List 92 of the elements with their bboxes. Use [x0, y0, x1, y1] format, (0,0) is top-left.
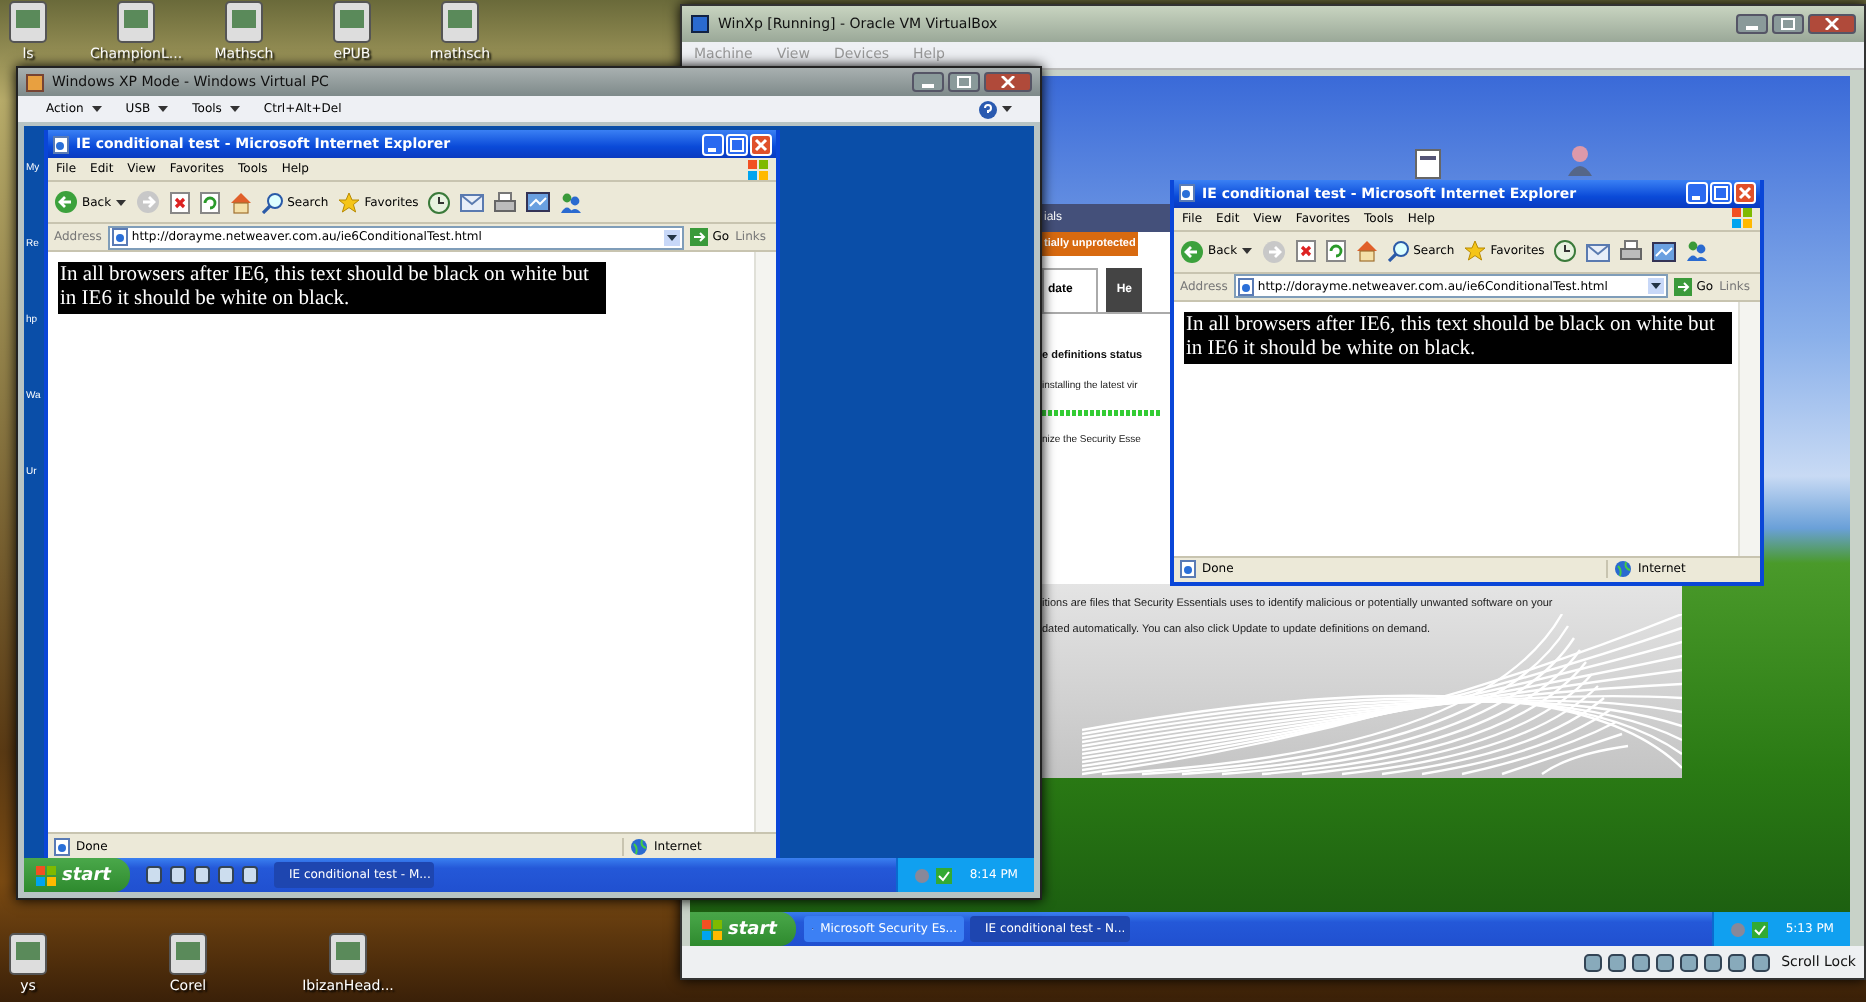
page-icon: [1237, 277, 1254, 296]
printer-icon: [494, 191, 517, 213]
cube-icon: [690, 13, 710, 34]
messenger-button[interactable]: [560, 191, 583, 213]
close-icon: [1000, 76, 1016, 88]
caret-icon: [1002, 106, 1012, 112]
close-icon: [754, 137, 768, 151]
people-icon: [1686, 240, 1709, 263]
stop-icon: [1295, 240, 1316, 263]
maximize-icon: [956, 76, 972, 88]
page-text: In all browsers after IE6, this text should be black on white but in IE6 it should be white on black.: [58, 262, 606, 314]
star-icon: [338, 191, 361, 213]
maximize-icon: [1780, 17, 1796, 30]
monitor-icon: [1652, 241, 1677, 262]
start-button[interactable]: start: [690, 912, 797, 947]
maximize-icon: [730, 137, 744, 151]
edit-button[interactable]: [526, 192, 551, 212]
windows-logo-icon: [748, 159, 768, 179]
back-arrow-icon: [54, 190, 78, 214]
page-icon: [1180, 560, 1196, 579]
file-icon: [6, 932, 50, 976]
scrollbar[interactable]: [1738, 301, 1760, 556]
dashed-line: [1042, 409, 1162, 416]
close-icon: [1738, 186, 1752, 201]
start-button[interactable]: start: [24, 858, 131, 892]
caret-icon: [1241, 248, 1252, 255]
search-icon: [261, 191, 284, 213]
clock-icon: [1554, 240, 1577, 263]
windows-logo-icon: [1732, 208, 1752, 229]
close-button[interactable]: [1808, 13, 1856, 34]
mail-button[interactable]: [1586, 241, 1611, 262]
shield-icon: [913, 867, 930, 883]
mail-button[interactable]: [460, 192, 485, 212]
page-icon: [111, 228, 128, 246]
page-text: In all browsers after IE6, this text should be black on white but in IE6 it should be white on black.: [1184, 311, 1732, 364]
file-icon: [166, 932, 210, 976]
home-button[interactable]: [229, 191, 252, 213]
print-button[interactable]: [1620, 240, 1643, 263]
minimize-button[interactable]: [912, 72, 944, 92]
file-icon: [222, 0, 266, 44]
maximize-button[interactable]: [1772, 13, 1804, 34]
page-icon: [52, 135, 70, 153]
messenger-button[interactable]: [1686, 240, 1709, 263]
printer-icon: [1620, 240, 1643, 263]
refresh-icon: [1325, 240, 1346, 263]
person-icon: [1566, 143, 1594, 176]
dropdown-arrow-icon: [664, 229, 681, 245]
back-arrow-icon: [1180, 239, 1204, 264]
help-icon: [978, 99, 998, 119]
stop-button[interactable]: [169, 191, 190, 213]
page-icon: [54, 837, 70, 855]
people-icon: [560, 191, 583, 213]
dropdown-arrow-icon: [1648, 278, 1665, 295]
checkmark-icon: [935, 867, 952, 883]
maximize-icon: [1714, 186, 1728, 201]
refresh-button[interactable]: [199, 191, 220, 213]
envelope-icon: [1586, 241, 1611, 262]
forward-arrow-icon: [1261, 239, 1286, 264]
house-icon: [1355, 240, 1378, 263]
monitor-icon: [526, 192, 551, 212]
file-icon: [114, 0, 158, 44]
refresh-button[interactable]: [1325, 240, 1346, 263]
clock-icon: [428, 191, 451, 213]
minimize-button[interactable]: [1736, 13, 1768, 34]
forward-arrow-icon: [135, 190, 160, 214]
search-icon: [1387, 240, 1410, 263]
refresh-icon: [199, 191, 220, 213]
file-icon: [438, 0, 482, 44]
stop-icon: [169, 191, 190, 213]
edit-button[interactable]: [1652, 241, 1677, 262]
file-icon: [326, 932, 370, 976]
close-button[interactable]: [984, 72, 1032, 92]
history-button[interactable]: [1554, 240, 1577, 263]
close-icon: [1824, 17, 1840, 30]
history-button[interactable]: [428, 191, 451, 213]
file-icon: [330, 0, 374, 44]
envelope-icon: [460, 192, 485, 212]
file-icon: [6, 0, 50, 44]
page-icon: [1178, 184, 1196, 203]
windows-logo-icon: [36, 865, 56, 885]
windows-logo-icon: [702, 919, 722, 940]
house-icon: [229, 191, 252, 213]
star-icon: [1464, 240, 1487, 263]
checkmark-icon: [1751, 921, 1768, 938]
document-icon: [1414, 147, 1442, 180]
stop-button[interactable]: [1295, 240, 1316, 263]
shield-icon: [1729, 921, 1746, 938]
caret-icon: [115, 199, 126, 205]
print-button[interactable]: [494, 191, 517, 213]
home-button[interactable]: [1355, 240, 1378, 263]
scrollbar[interactable]: [754, 252, 776, 832]
maximize-button[interactable]: [948, 72, 980, 92]
